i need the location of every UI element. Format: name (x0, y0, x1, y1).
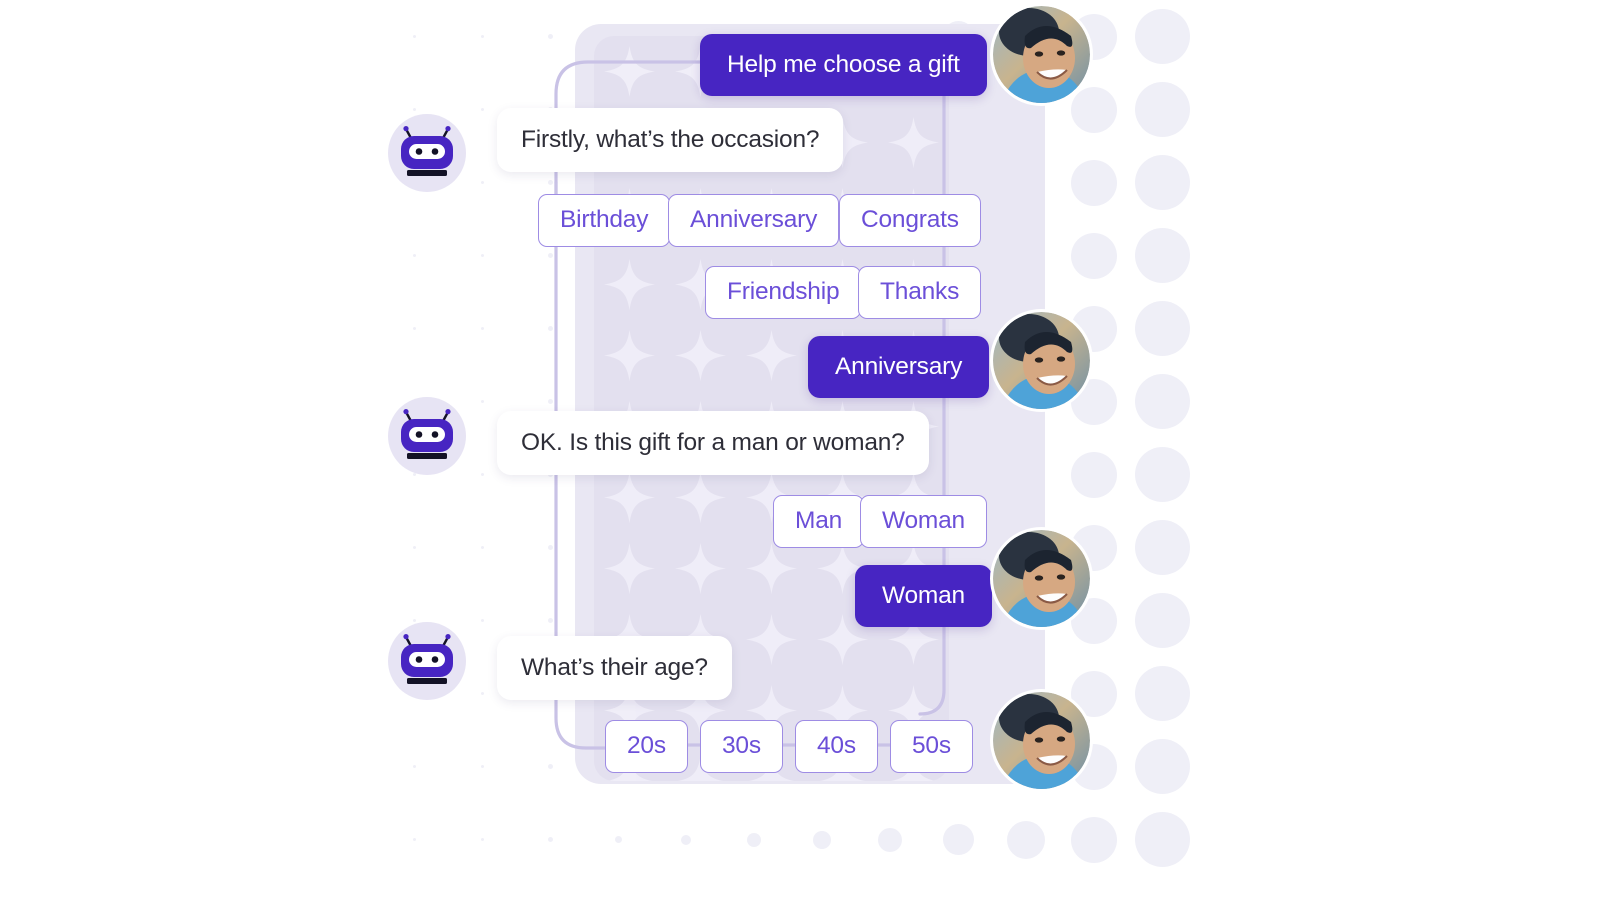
avatar-photo-1 (993, 6, 1090, 103)
option-chip-40s[interactable]: 40s (795, 720, 878, 773)
bot-robot-avatar-3 (388, 622, 466, 700)
robot-head-icon (401, 126, 453, 176)
user-photo-avatar (993, 312, 1090, 409)
robot-head-icon (401, 409, 453, 459)
chat-conversation: Help me choose a gift Firstly, what’s th… (0, 0, 1600, 900)
bot-message-bubble-gender: OK. Is this gift for a man or woman? (497, 411, 929, 475)
bot-robot-avatar-2 (388, 397, 466, 475)
user-photo-avatar (993, 530, 1090, 627)
option-chip-man[interactable]: Man (773, 495, 865, 548)
user-selection-woman: Woman (855, 565, 992, 627)
option-chip-50s[interactable]: 50s (890, 720, 973, 773)
option-chip-20s[interactable]: 20s (605, 720, 688, 773)
option-chip-anniversary[interactable]: Anniversary (668, 194, 840, 247)
bot-message-bubble-age: What’s their age? (497, 636, 732, 700)
option-chip-30s[interactable]: 30s (700, 720, 783, 773)
user-message-bubble: Help me choose a gift (700, 34, 987, 96)
avatar-photo-4 (993, 692, 1090, 789)
robot-head-icon (401, 634, 453, 684)
option-chip-thanks[interactable]: Thanks (858, 266, 982, 319)
option-chip-birthday[interactable]: Birthday (538, 194, 671, 247)
user-photo-avatar (993, 692, 1090, 789)
avatar-photo-2 (993, 312, 1090, 409)
avatar-photo-3 (993, 530, 1090, 627)
bot-message-bubble-occasion: Firstly, what’s the occasion? (497, 108, 844, 172)
user-selection-anniversary: Anniversary (808, 336, 990, 398)
option-chip-friendship[interactable]: Friendship (705, 266, 862, 319)
user-photo-avatar (993, 6, 1090, 103)
option-chip-woman[interactable]: Woman (860, 495, 987, 548)
option-chip-congrats[interactable]: Congrats (839, 194, 981, 247)
bot-robot-avatar-1 (388, 114, 466, 192)
